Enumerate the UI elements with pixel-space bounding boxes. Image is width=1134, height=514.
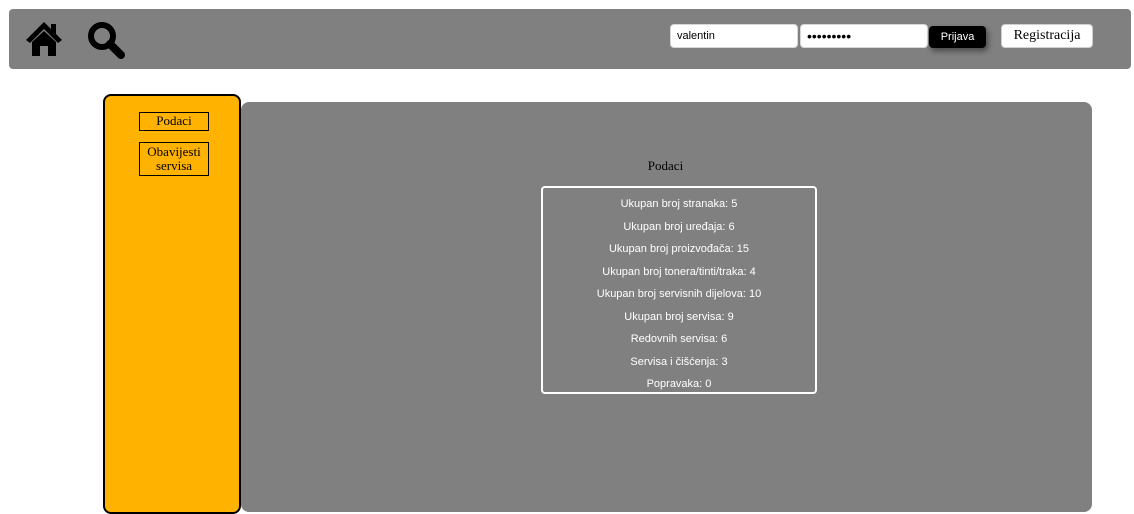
stats-box: Ukupan broj stranaka: 5 Ukupan broj uređ… [541, 186, 817, 394]
sidebar-item-obavijesti-servisa[interactable]: Obavijesti servisa [139, 142, 209, 176]
stat-repairs: Popravaka: 0 [646, 378, 712, 390]
username-input[interactable] [670, 24, 798, 48]
top-navigation-bar: Prijava Registracija [9, 9, 1131, 69]
stat-total-devices: Ukupan broj uređaja: 6 [623, 220, 735, 233]
home-icon[interactable] [25, 21, 63, 57]
stat-total-customers: Ukupan broj stranaka: 5 [620, 198, 738, 210]
stat-cleaning-services: Servisa i čišćenja: 3 [630, 355, 728, 368]
page-title: Podaci [647, 158, 684, 173]
main-panel: Podaci Ukupan broj stranaka: 5 Ukupan br… [241, 102, 1092, 512]
search-icon[interactable] [86, 20, 126, 60]
stat-total-manufacturers: Ukupan broj proizvođača: 15 [608, 243, 750, 255]
sidebar: Podaci Obavijesti servisa [103, 94, 241, 514]
sidebar-item-podaci[interactable]: Podaci [139, 112, 209, 131]
stat-total-services: Ukupan broj servisa: 9 [624, 310, 734, 323]
stat-total-service-parts: Ukupan broj servisnih dijelova: 10 [596, 288, 762, 300]
login-button[interactable]: Prijava [929, 26, 986, 48]
stat-total-toners: Ukupan broj tonera/tinti/traka: 4 [602, 265, 756, 278]
stat-regular-services: Redovnih servisa: 6 [630, 333, 728, 345]
register-button[interactable]: Registracija [1001, 24, 1093, 48]
password-input[interactable] [800, 24, 928, 48]
